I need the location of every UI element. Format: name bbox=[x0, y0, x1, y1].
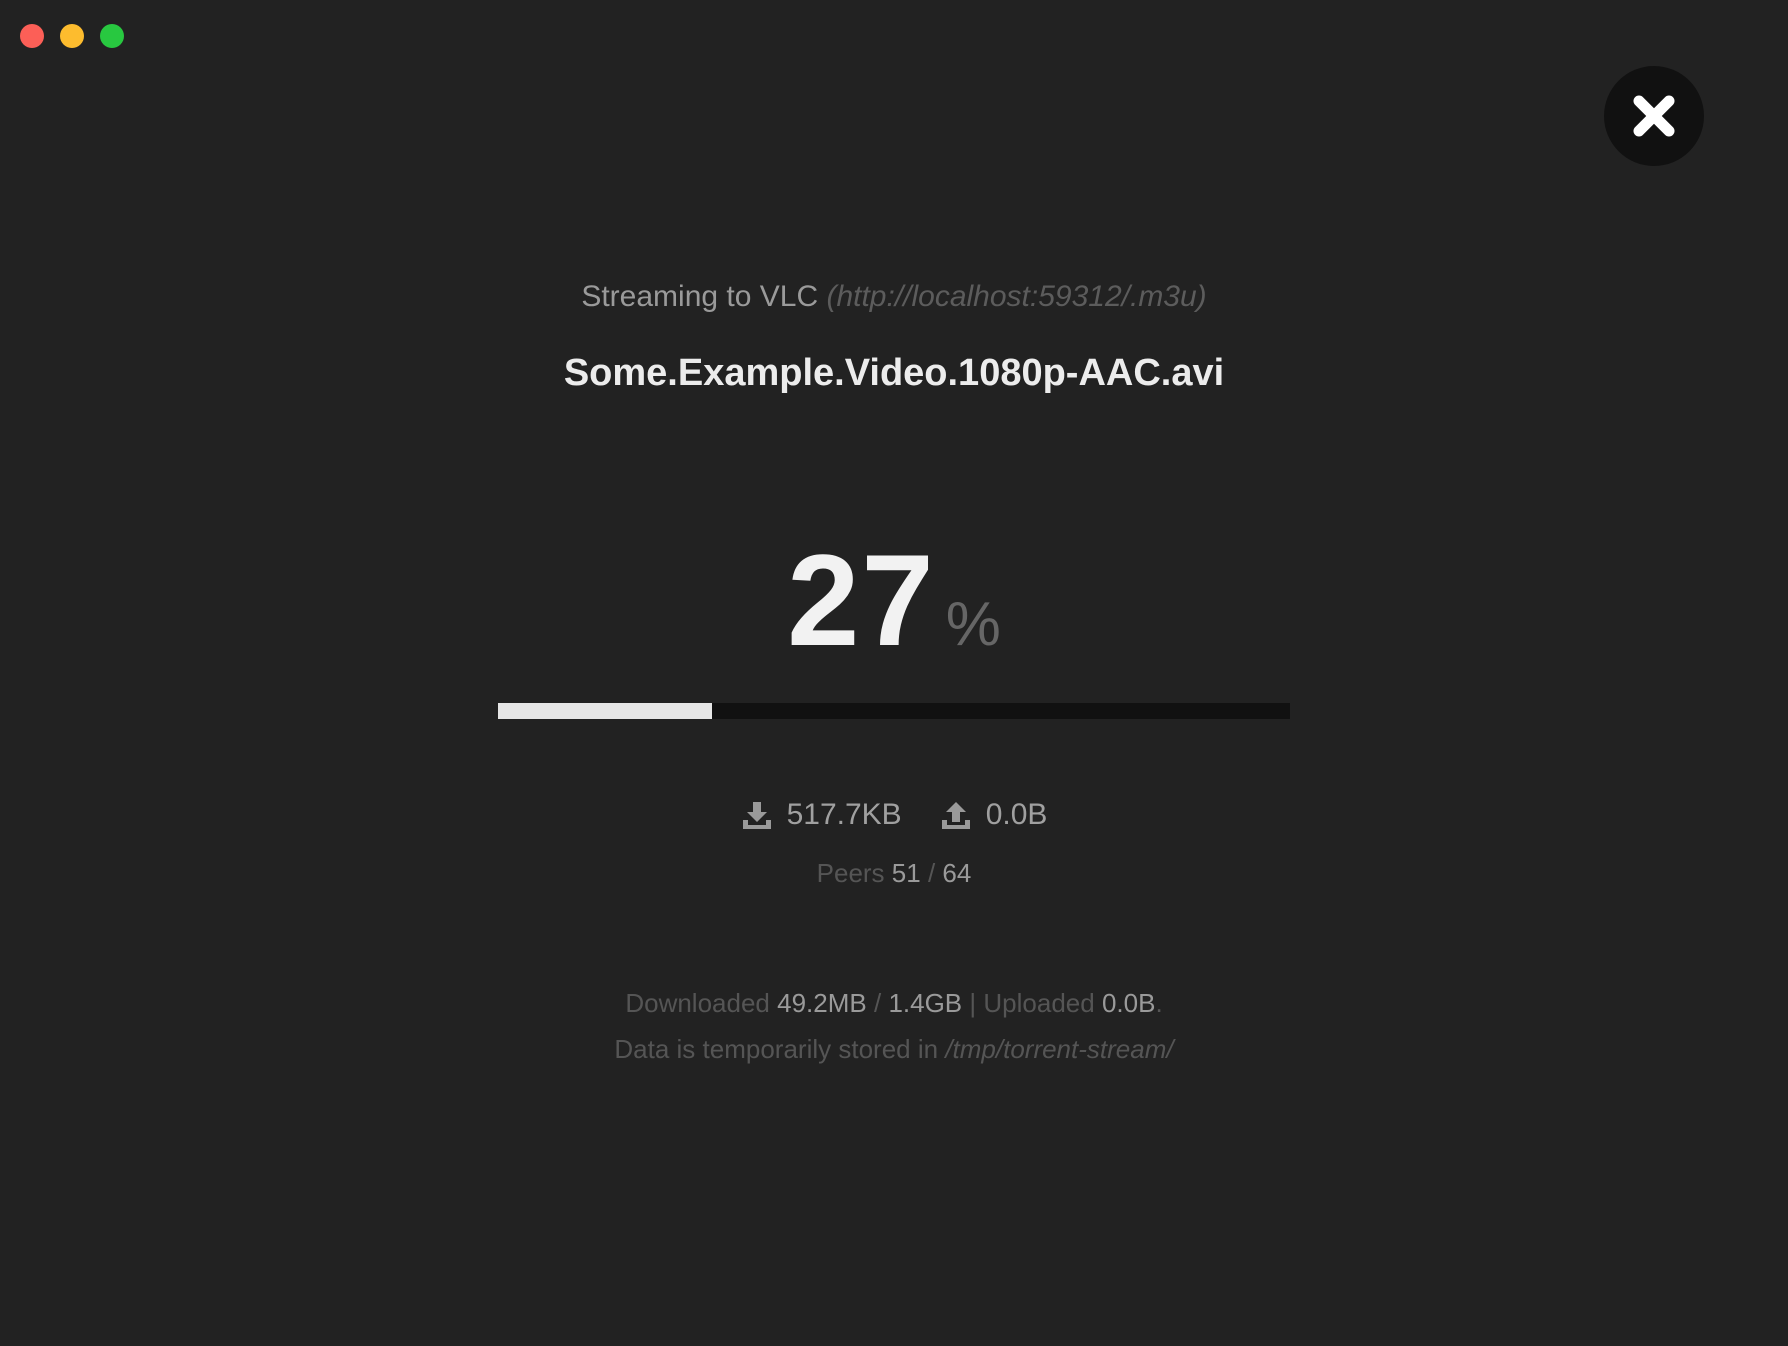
storage-label: Data is temporarily stored in bbox=[614, 1034, 939, 1064]
upload-speed: 0.0B bbox=[940, 798, 1048, 832]
percent-value: 27 bbox=[787, 527, 936, 673]
download-icon bbox=[742, 802, 771, 829]
peers-active: 51 bbox=[891, 858, 921, 888]
window-controls bbox=[20, 24, 124, 48]
peers-separator: / bbox=[927, 858, 936, 888]
close-x-icon bbox=[1633, 95, 1675, 137]
progress-bar-fill bbox=[498, 703, 712, 719]
progress-bar bbox=[498, 703, 1290, 719]
app-window: Streaming to VLC (http://localhost:59312… bbox=[0, 0, 1788, 1346]
streaming-label: Streaming to VLC bbox=[581, 280, 819, 313]
totals-divider: | bbox=[969, 988, 977, 1018]
transfer-speeds: 517.7KB 0.0B bbox=[0, 798, 1788, 832]
window-close-button[interactable] bbox=[20, 24, 44, 48]
downloaded-label: Downloaded bbox=[625, 988, 770, 1018]
window-minimize-button[interactable] bbox=[60, 24, 84, 48]
close-stream-button[interactable] bbox=[1604, 66, 1704, 166]
download-speed: 517.7KB bbox=[741, 798, 902, 832]
totals-separator: / bbox=[873, 988, 882, 1018]
uploaded-label: Uploaded bbox=[983, 988, 1095, 1018]
stream-url-link[interactable]: (http://localhost:59312/.m3u) bbox=[826, 280, 1206, 313]
uploaded-value: 0.0B bbox=[1101, 988, 1156, 1018]
peers-info: Peers 51 / 64 bbox=[0, 858, 1788, 889]
progress-percent: 27% bbox=[0, 535, 1788, 665]
downloaded-value: 49.2MB bbox=[777, 988, 867, 1018]
storage-info: Data is temporarily stored in /tmp/torre… bbox=[0, 1034, 1788, 1065]
peers-total: 64 bbox=[942, 858, 972, 888]
upload-speed-value: 0.0B bbox=[985, 798, 1048, 831]
storage-path: /tmp/torrent-stream/ bbox=[945, 1034, 1174, 1064]
download-speed-value: 517.7KB bbox=[786, 798, 902, 831]
upload-icon bbox=[941, 802, 970, 829]
transfer-totals: Downloaded 49.2MB / 1.4GB | Uploaded 0.0… bbox=[0, 988, 1788, 1019]
totals-end: . bbox=[1155, 988, 1163, 1018]
window-maximize-button[interactable] bbox=[100, 24, 124, 48]
percent-sign: % bbox=[945, 590, 1001, 659]
peers-label: Peers bbox=[816, 858, 885, 888]
streaming-status: Streaming to VLC (http://localhost:59312… bbox=[0, 280, 1788, 314]
file-name: Some.Example.Video.1080p-AAC.avi bbox=[563, 352, 1225, 394]
total-size-value: 1.4GB bbox=[888, 988, 963, 1018]
